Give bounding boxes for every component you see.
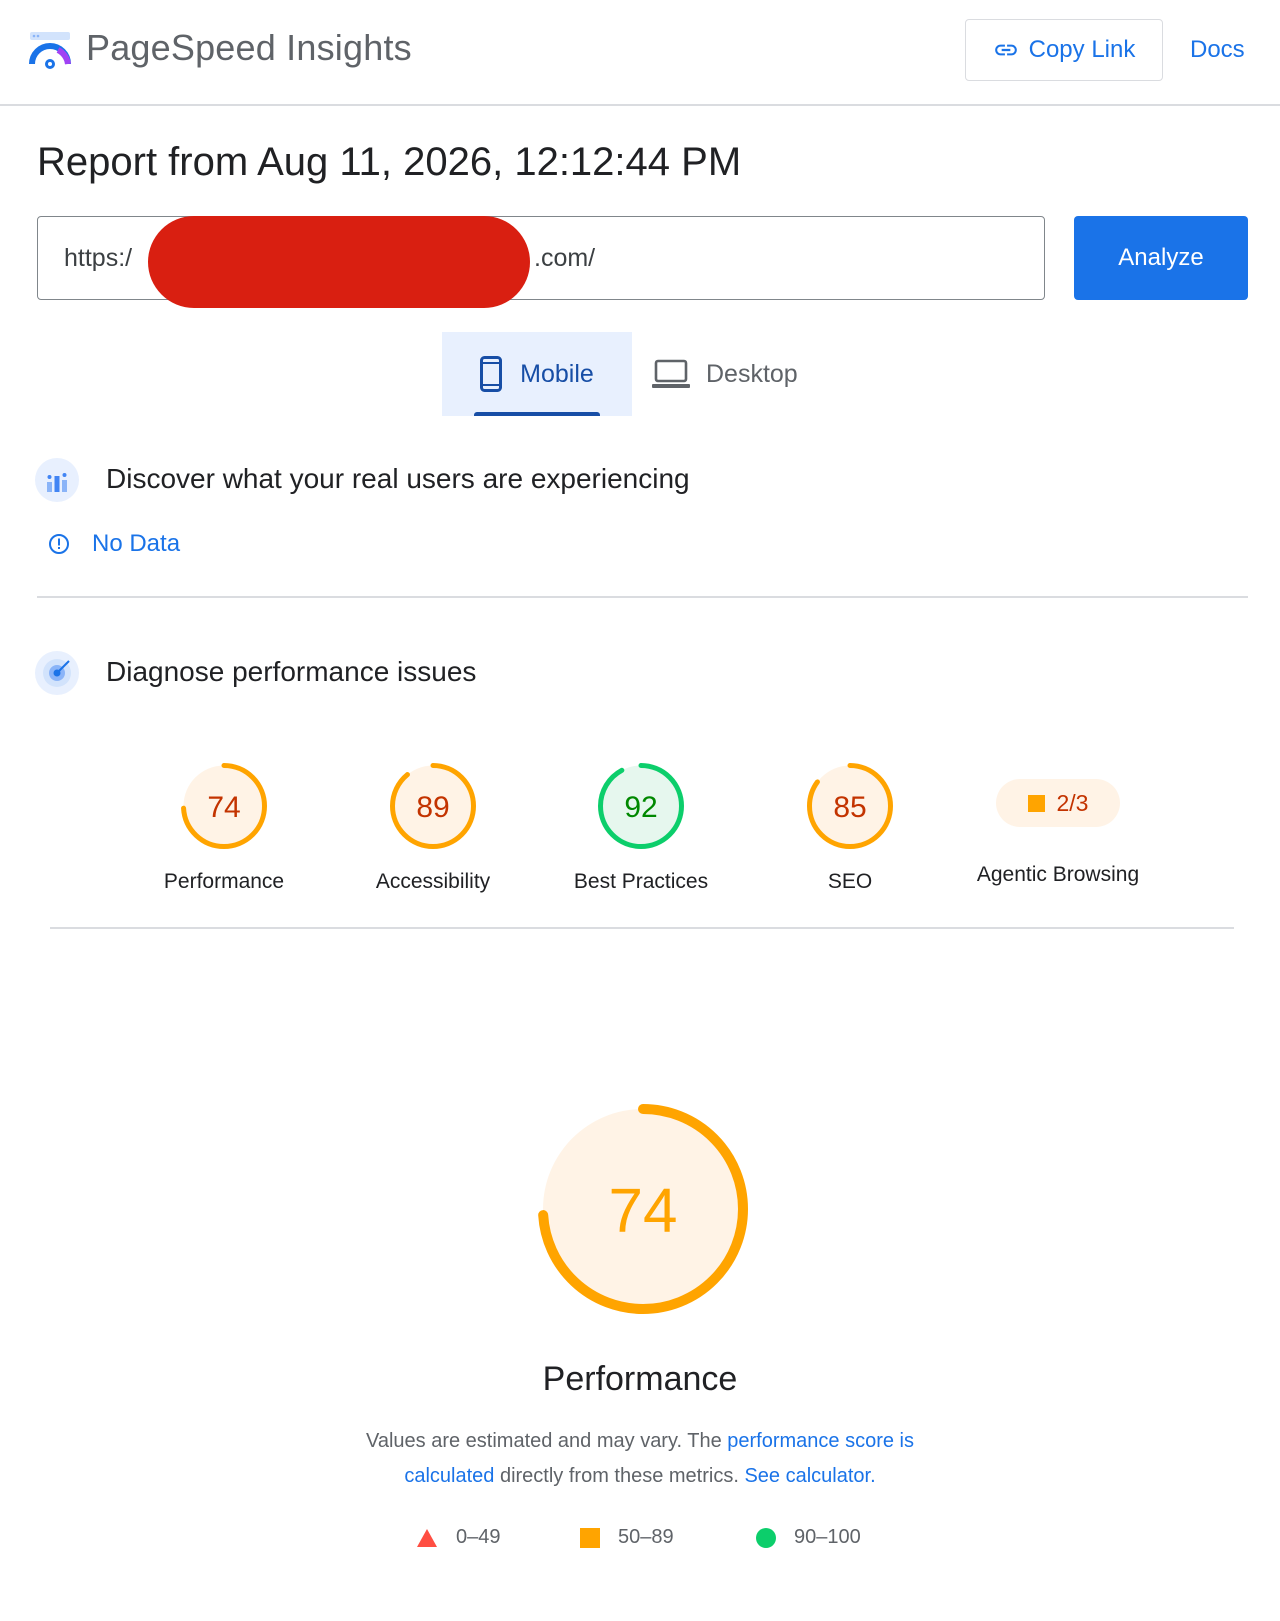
orange-square-icon — [580, 1527, 600, 1548]
gauge-label: SEO — [827, 870, 873, 893]
gauge-score: 89 — [416, 791, 449, 824]
section-divider — [37, 596, 1248, 598]
see-calculator-link[interactable]: See calculator. — [744, 1465, 875, 1487]
gauge-accessibility[interactable]: 89 Accessibility — [343, 762, 523, 894]
red-triangle-icon — [417, 1528, 437, 1547]
mobile-phone-icon — [480, 356, 503, 392]
desc-text-2: directly from these metrics. — [494, 1465, 745, 1487]
gauge-score: 85 — [833, 791, 866, 824]
gauge-label: Accessibility — [375, 870, 491, 893]
gauge-best-practices[interactable]: 92 Best Practices — [551, 762, 731, 894]
field-data-title: Discover what your real users are experi… — [106, 463, 690, 494]
gauge-performance-ring: 74 — [181, 763, 267, 849]
legend-fail: 0–49 — [416, 1526, 501, 1549]
legend-fail-label: 0–49 — [456, 1526, 501, 1548]
pagespeed-logo-icon[interactable] — [28, 28, 72, 72]
gauge-performance[interactable]: 74 Performance — [134, 762, 314, 894]
gauge-score: 92 — [624, 791, 657, 824]
gauges-divider — [50, 927, 1234, 929]
gauge-agentic-browsing[interactable]: 2/3 Agentic Browsing — [958, 762, 1158, 887]
url-redaction — [148, 216, 530, 308]
average-square-icon — [1027, 794, 1045, 812]
desc-text-1: Values are estimated and may vary. The — [365, 1430, 728, 1452]
gauge-label: Best Practices — [573, 870, 709, 893]
copy-link-button[interactable]: Copy Link — [965, 19, 1163, 81]
performance-description: Values are estimated and may vary. The p… — [320, 1424, 960, 1494]
gauge-score: 74 — [609, 1176, 678, 1245]
docs-link[interactable]: Docs — [1190, 36, 1245, 64]
performance-score-gauge: 74 — [538, 1104, 748, 1314]
report-title: Report from Aug 11, 2026, 12:12:44 PM — [37, 140, 742, 184]
legend-pass-label: 90–100 — [794, 1526, 861, 1548]
no-data-label: No Data — [92, 530, 181, 557]
tab-mobile[interactable]: Mobile — [442, 332, 632, 416]
gauge-seo-ring: 85 — [807, 763, 893, 849]
legend-pass: 90–100 — [756, 1526, 861, 1549]
tab-desktop[interactable]: Desktop — [652, 332, 832, 416]
link-icon — [994, 44, 1017, 56]
legend-average-label: 50–89 — [618, 1526, 674, 1548]
url-prefix: https:/ — [64, 243, 133, 272]
app-title: PageSpeed Insights — [86, 27, 412, 68]
copy-link-label: Copy Link — [1028, 36, 1136, 63]
top-bar: PageSpeed Insights Copy Link Docs — [0, 0, 1280, 106]
legend-average: 50–89 — [580, 1526, 674, 1549]
tab-mobile-label: Mobile — [520, 359, 594, 388]
gauge-label: Performance — [163, 870, 285, 893]
agentic-browsing-value: 2/3 — [1056, 789, 1089, 816]
gauge-seo[interactable]: 85 SEO — [760, 762, 940, 894]
diagnose-icon — [35, 651, 79, 695]
analyze-button[interactable]: Analyze — [1074, 216, 1248, 300]
info-alert-icon — [49, 534, 69, 554]
gauge-best-practices-ring: 92 — [598, 763, 684, 849]
agentic-browsing-badge: 2/3 — [996, 779, 1120, 827]
real-users-icon — [35, 458, 79, 502]
gauge-score: 74 — [207, 791, 240, 824]
url-suffix: .com/ — [534, 244, 596, 272]
lab-data-title: Diagnose performance issues — [106, 656, 477, 687]
laptop-icon — [652, 359, 690, 388]
gauge-label: Agentic Browsing — [976, 863, 1140, 886]
active-tab-indicator — [474, 412, 600, 416]
performance-title: Performance — [542, 1360, 738, 1398]
tab-desktop-label: Desktop — [706, 359, 798, 388]
gauge-accessibility-ring: 89 — [390, 763, 476, 849]
green-circle-icon — [756, 1527, 776, 1548]
no-data-link[interactable]: No Data — [48, 530, 180, 558]
